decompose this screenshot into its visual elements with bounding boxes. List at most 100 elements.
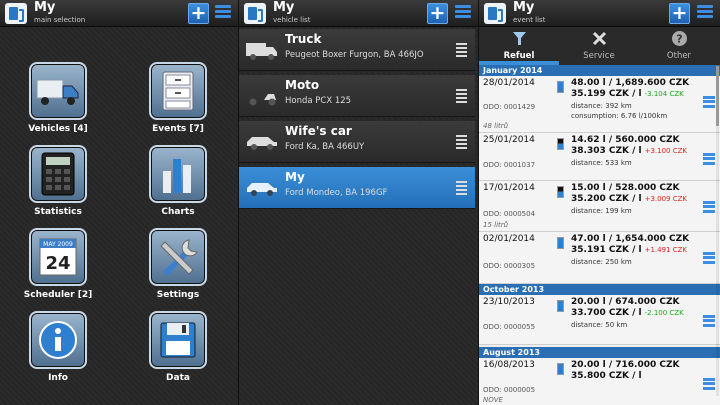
section-header: August 2013 (479, 347, 720, 358)
item-menu-icon[interactable] (703, 94, 715, 109)
event-row[interactable]: 17/01/2014 ODO: 0000504 15 litrů 15.00 l… (479, 181, 720, 232)
unit-price: 35.200 CZK / l (571, 194, 642, 204)
vehicle-detail: Ford Ka, BA 466UY (285, 142, 365, 152)
main-selection-panel: My main selection + Vehicles [4] Events … (0, 0, 238, 405)
event-date: 23/10/2013 (483, 297, 535, 307)
menu-icon[interactable] (215, 3, 231, 24)
tile-settings[interactable]: Settings (128, 228, 228, 300)
tile-info[interactable]: Info (8, 311, 108, 383)
fuel-tank-full-icon (557, 300, 564, 312)
item-menu-icon[interactable] (703, 199, 715, 214)
fuel-pump-icon[interactable] (484, 3, 506, 24)
event-tabs: Refuel Service ? Other (479, 27, 720, 65)
truck-icon (29, 62, 87, 120)
unit-price: 35.800 CZK / l (571, 371, 642, 381)
menu-icon[interactable] (455, 3, 471, 24)
funnel-icon (513, 32, 526, 45)
vehicle-item-moto[interactable]: Moto Honda PCX 125 (239, 75, 475, 117)
tools-icon (149, 228, 207, 286)
tile-label: Settings (156, 290, 200, 300)
event-distance: distance: 392 km (571, 102, 632, 110)
vehicle-item-truck[interactable]: Truck Peugeot Boxer Furgon, BA 466JO (239, 29, 475, 71)
item-menu-icon[interactable] (703, 376, 715, 391)
info-icon (29, 311, 87, 369)
section-header: January 2014 (479, 65, 720, 76)
add-vehicle-button[interactable]: + (427, 3, 448, 24)
fuel-pump-icon[interactable] (244, 3, 266, 24)
page-subtitle: event list (513, 16, 546, 24)
tab-label: Service (583, 51, 615, 61)
add-button[interactable]: + (188, 3, 209, 24)
add-event-button[interactable]: + (669, 3, 690, 24)
page-title: My (273, 0, 295, 15)
event-distance: distance: 50 km (571, 321, 628, 329)
tile-vehicles[interactable]: Vehicles [4] (8, 62, 108, 134)
tile-label: Info (48, 373, 68, 383)
event-amount: 15.00 l / 528.000 CZK (571, 183, 680, 193)
fuel-tank-full-icon (557, 237, 564, 249)
tile-events[interactable]: Events [7] (128, 62, 228, 134)
event-date: 28/01/2014 (483, 78, 535, 88)
event-row[interactable]: 28/01/2014 ODO: 0001429 48 litrů 48.00 l… (479, 76, 720, 133)
item-menu-icon[interactable] (703, 151, 715, 166)
page-subtitle: main selection (34, 16, 86, 24)
item-menu-icon[interactable] (703, 313, 715, 328)
event-amount: 48.00 l / 1,689.600 CZK (571, 78, 690, 88)
event-row[interactable]: 16/08/2013 ODO: 0000005 NOVE 20.00 l / 7… (479, 358, 720, 405)
event-odometer: ODO: 0000504 (483, 210, 536, 218)
tile-label: Charts (161, 207, 195, 217)
vehicle-detail: Honda PCX 125 (285, 96, 352, 106)
header: My main selection + (0, 0, 238, 27)
item-menu-icon[interactable] (703, 250, 715, 265)
tab-label: Other (666, 51, 692, 61)
scrollbar-thumb[interactable] (716, 66, 719, 126)
tile-scheduler[interactable]: MAY 2009 24 Scheduler [2] (8, 228, 108, 300)
item-menu-icon[interactable] (456, 133, 467, 150)
menu-icon[interactable] (697, 3, 713, 24)
event-date: 16/08/2013 (483, 360, 535, 370)
event-price: 33.700 CZK / l -2.100 CZK (571, 308, 684, 318)
fuel-tank-partial-icon (557, 186, 564, 198)
tile-statistics[interactable]: Statistics (8, 145, 108, 217)
item-menu-icon[interactable] (456, 41, 467, 58)
vehicle-name: Moto (285, 78, 320, 92)
question-icon: ? (672, 31, 687, 46)
floppy-disk-icon (149, 311, 207, 369)
item-menu-icon[interactable] (456, 179, 467, 196)
vehicle-name: Truck (285, 32, 322, 46)
event-amount: 20.00 l / 674.000 CZK (571, 297, 680, 307)
event-date: 25/01/2014 (483, 135, 535, 145)
page-title: My (513, 0, 535, 15)
tab-refuel[interactable]: Refuel (479, 27, 559, 65)
event-note: 15 litrů (483, 221, 509, 229)
wrench-icon (592, 31, 607, 46)
event-price: 35.800 CZK / l (571, 371, 642, 381)
calendar-icon: MAY 2009 24 (29, 228, 87, 286)
page-subtitle: vehicle list (273, 16, 311, 24)
event-distance: distance: 199 km (571, 207, 632, 215)
event-list-panel: My event list + Refuel Service ? Other J… (478, 0, 720, 405)
item-menu-icon[interactable] (456, 87, 467, 104)
unit-price: 38.303 CZK / l (571, 146, 642, 156)
event-row[interactable]: 02/01/2014 ODO: 0000305 47.00 l / 1,654.… (479, 232, 720, 284)
fuel-pump-icon[interactable] (5, 3, 27, 24)
header: My vehicle list + (239, 0, 478, 27)
car-icon (247, 183, 277, 196)
event-price: 35.191 CZK / l +1.491 CZK (571, 245, 687, 255)
calendar-month: MAY 2009 (43, 241, 73, 248)
unit-price: 35.191 CZK / l (571, 245, 642, 255)
event-amount: 20.00 l / 716.000 CZK (571, 360, 680, 370)
calendar-day: 24 (45, 253, 70, 274)
price-diff: -2.100 CZK (644, 309, 684, 317)
vehicle-item-my[interactable]: My Ford Mondeo, BA 196GF (239, 167, 475, 209)
event-odometer: ODO: 0000305 (483, 262, 536, 270)
event-row[interactable]: 25/01/2014 ODO: 0001037 14.62 l / 560.00… (479, 133, 720, 181)
event-row[interactable]: 23/10/2013 ODO: 0000055 20.00 l / 674.00… (479, 295, 720, 345)
event-price: 35.199 CZK / l -3.104 CZK (571, 89, 684, 99)
price-diff: -3.104 CZK (644, 90, 684, 98)
tab-service[interactable]: Service (559, 27, 639, 65)
vehicle-item-wifes-car[interactable]: Wife's car Ford Ka, BA 466UY (239, 121, 475, 163)
tile-data[interactable]: Data (128, 311, 228, 383)
tab-other[interactable]: ? Other (639, 27, 719, 65)
tile-charts[interactable]: Charts (128, 145, 228, 217)
